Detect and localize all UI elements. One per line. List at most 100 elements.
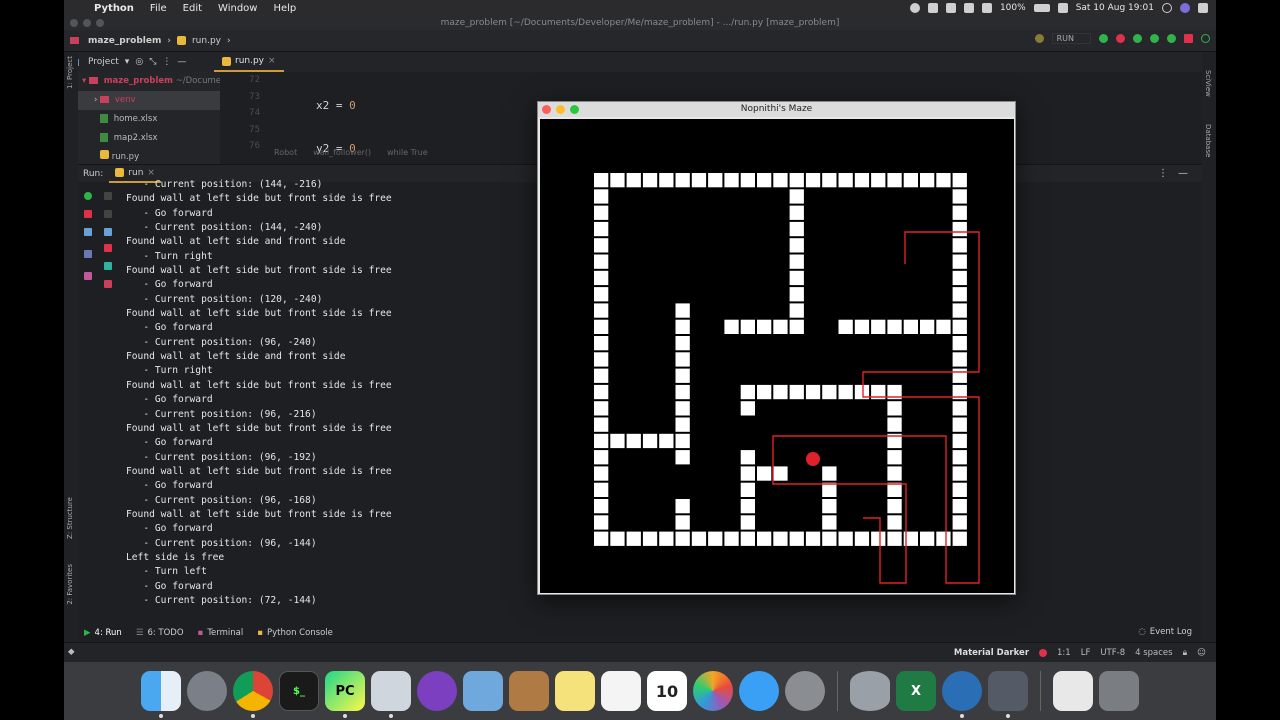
tab-terminal[interactable]: ▪ Terminal xyxy=(198,628,244,638)
up-arrow-icon[interactable] xyxy=(104,192,112,200)
tab-todo[interactable]: ☰ 6: TODO xyxy=(136,628,184,638)
indent-setting[interactable]: 4 spaces xyxy=(1135,648,1172,658)
mail-app-icon[interactable] xyxy=(463,671,503,711)
github-desktop-icon[interactable] xyxy=(417,671,457,711)
pycharm-icon[interactable]: PC xyxy=(325,671,365,718)
debug-icon[interactable] xyxy=(1116,34,1125,43)
documents-stack-icon[interactable] xyxy=(1053,671,1093,711)
clock[interactable]: Sat 10 Aug 19:01 xyxy=(1076,3,1154,13)
messages-icon[interactable] xyxy=(739,671,779,711)
finder-icon[interactable] xyxy=(141,671,181,718)
close-tab-icon[interactable]: × xyxy=(147,168,155,178)
close-icon[interactable] xyxy=(70,19,78,27)
rocket-app-icon[interactable] xyxy=(988,671,1028,718)
pause-icon[interactable] xyxy=(84,228,92,236)
hide-icon[interactable]: — xyxy=(1178,168,1188,179)
line-separator[interactable]: LF xyxy=(1081,648,1091,658)
project-view-select[interactable]: Project xyxy=(88,57,119,67)
coverage-icon[interactable] xyxy=(1133,34,1142,43)
menu-window[interactable]: Window xyxy=(210,3,265,14)
close-tab-icon[interactable]: × xyxy=(268,56,276,66)
preview-app-icon[interactable] xyxy=(371,671,411,718)
tree-item-venv[interactable]: › venv xyxy=(78,91,220,110)
layers-icon[interactable]: ◆ xyxy=(68,647,75,657)
chevron-down-icon[interactable]: ▾ xyxy=(125,57,130,67)
rerun-icon[interactable] xyxy=(84,192,92,200)
layout-icon[interactable] xyxy=(84,250,92,258)
chevron-down-icon[interactable]: ▾ xyxy=(82,76,86,86)
calendar-icon[interactable]: 10 xyxy=(647,671,687,711)
pin-icon[interactable] xyxy=(84,272,92,280)
minimize-icon[interactable] xyxy=(83,19,91,27)
editor-tab-run[interactable]: run.py × xyxy=(214,52,284,72)
battery-icon[interactable] xyxy=(1033,4,1050,12)
inspector-icon[interactable]: ☺︎ xyxy=(1197,648,1206,658)
nav-file[interactable]: run.py xyxy=(192,36,221,46)
stop-icon[interactable] xyxy=(84,210,92,218)
trash-icon[interactable] xyxy=(1099,671,1139,711)
hide-icon[interactable]: — xyxy=(177,57,186,67)
lock-icon[interactable]: 🔒︎ xyxy=(1183,648,1188,658)
project-tool-tab[interactable]: 1: Project xyxy=(66,56,74,89)
run-console-output[interactable]: - Current position: (144, -216) Found wal… xyxy=(126,178,596,618)
structure-tool-tab[interactable]: Z: Structure xyxy=(66,497,74,539)
trash-icon[interactable] xyxy=(104,280,112,288)
theme-indicator[interactable]: Material Darker xyxy=(954,648,1029,658)
minimize-icon[interactable] xyxy=(556,105,565,114)
tree-item-run-py[interactable]: run.py xyxy=(78,148,220,164)
concurrency-icon[interactable] xyxy=(1167,34,1176,43)
tab-run[interactable]: ▶ 4: Run xyxy=(84,628,122,638)
breadcrumb-item[interactable]: while True xyxy=(387,148,428,157)
photos-icon[interactable] xyxy=(693,671,733,711)
down-arrow-icon[interactable] xyxy=(104,210,112,218)
restore-layout-icon[interactable] xyxy=(104,244,112,252)
volume-icon[interactable] xyxy=(963,3,974,13)
rerun-icon[interactable] xyxy=(1099,34,1108,43)
launchpad-icon[interactable] xyxy=(187,671,227,711)
spotlight-icon[interactable] xyxy=(1162,3,1172,13)
maze-window-titlebar[interactable]: Nopnithi's Maze xyxy=(538,102,1015,117)
siri-icon[interactable] xyxy=(1180,3,1190,13)
record-icon[interactable] xyxy=(909,3,920,13)
menu-help[interactable]: Help xyxy=(265,3,304,14)
nav-project[interactable]: maze_problem xyxy=(88,36,161,46)
search-icon[interactable] xyxy=(1201,34,1210,43)
close-icon[interactable] xyxy=(542,105,551,114)
input-source-icon[interactable] xyxy=(1057,3,1068,13)
menu-edit[interactable]: Edit xyxy=(175,3,210,14)
favorites-tool-tab[interactable]: 2: Favorites xyxy=(66,564,74,605)
target-icon[interactable]: ◎ xyxy=(135,57,143,67)
python-launcher-icon[interactable] xyxy=(942,671,982,718)
print-icon[interactable] xyxy=(104,262,112,270)
cursor-position[interactable]: 1:1 xyxy=(1057,648,1071,658)
collapse-icon[interactable]: ⤡ xyxy=(149,57,156,67)
contacts-icon[interactable] xyxy=(509,671,549,711)
soft-wrap-icon[interactable] xyxy=(104,228,112,236)
chrome-icon[interactable] xyxy=(233,671,273,718)
tree-item-home-xlsx[interactable]: home.xlsx xyxy=(78,110,220,129)
event-log-button[interactable]: ◌ Event Log xyxy=(1138,627,1192,637)
wifi-icon[interactable] xyxy=(981,3,992,13)
zoom-icon[interactable] xyxy=(96,19,104,27)
tree-item-map2-xlsx[interactable]: map2.xlsx xyxy=(78,129,220,148)
menu-app[interactable]: Python xyxy=(86,3,142,14)
tree-root[interactable]: ▾ maze_problem ~/Documents xyxy=(78,72,220,91)
breadcrumb-item[interactable]: wall_follower() xyxy=(313,148,371,157)
profile-icon[interactable] xyxy=(1150,34,1159,43)
notification-center-icon[interactable] xyxy=(1198,3,1208,13)
maze-window[interactable]: Nopnithi's Maze xyxy=(537,101,1016,595)
breadcrumb-item[interactable]: Robot xyxy=(274,148,297,157)
notes-icon[interactable] xyxy=(555,671,595,711)
system-preferences-icon[interactable] xyxy=(785,671,825,711)
menu-file[interactable]: File xyxy=(142,3,175,14)
bluetooth-icon[interactable] xyxy=(927,3,938,13)
stop-icon[interactable] xyxy=(1184,34,1193,43)
more-icon[interactable]: ⋮ xyxy=(1158,168,1168,179)
dropbox-icon[interactable] xyxy=(945,3,956,13)
database-app-icon[interactable] xyxy=(850,671,890,711)
more-icon[interactable]: ⋮ xyxy=(162,57,171,67)
database-tool-tab[interactable]: Database xyxy=(1204,124,1212,157)
chevron-right-icon[interactable]: › xyxy=(94,95,97,105)
sciview-tool-tab[interactable]: SciView xyxy=(1204,70,1212,97)
terminal-app-icon[interactable]: $_ xyxy=(279,671,319,711)
